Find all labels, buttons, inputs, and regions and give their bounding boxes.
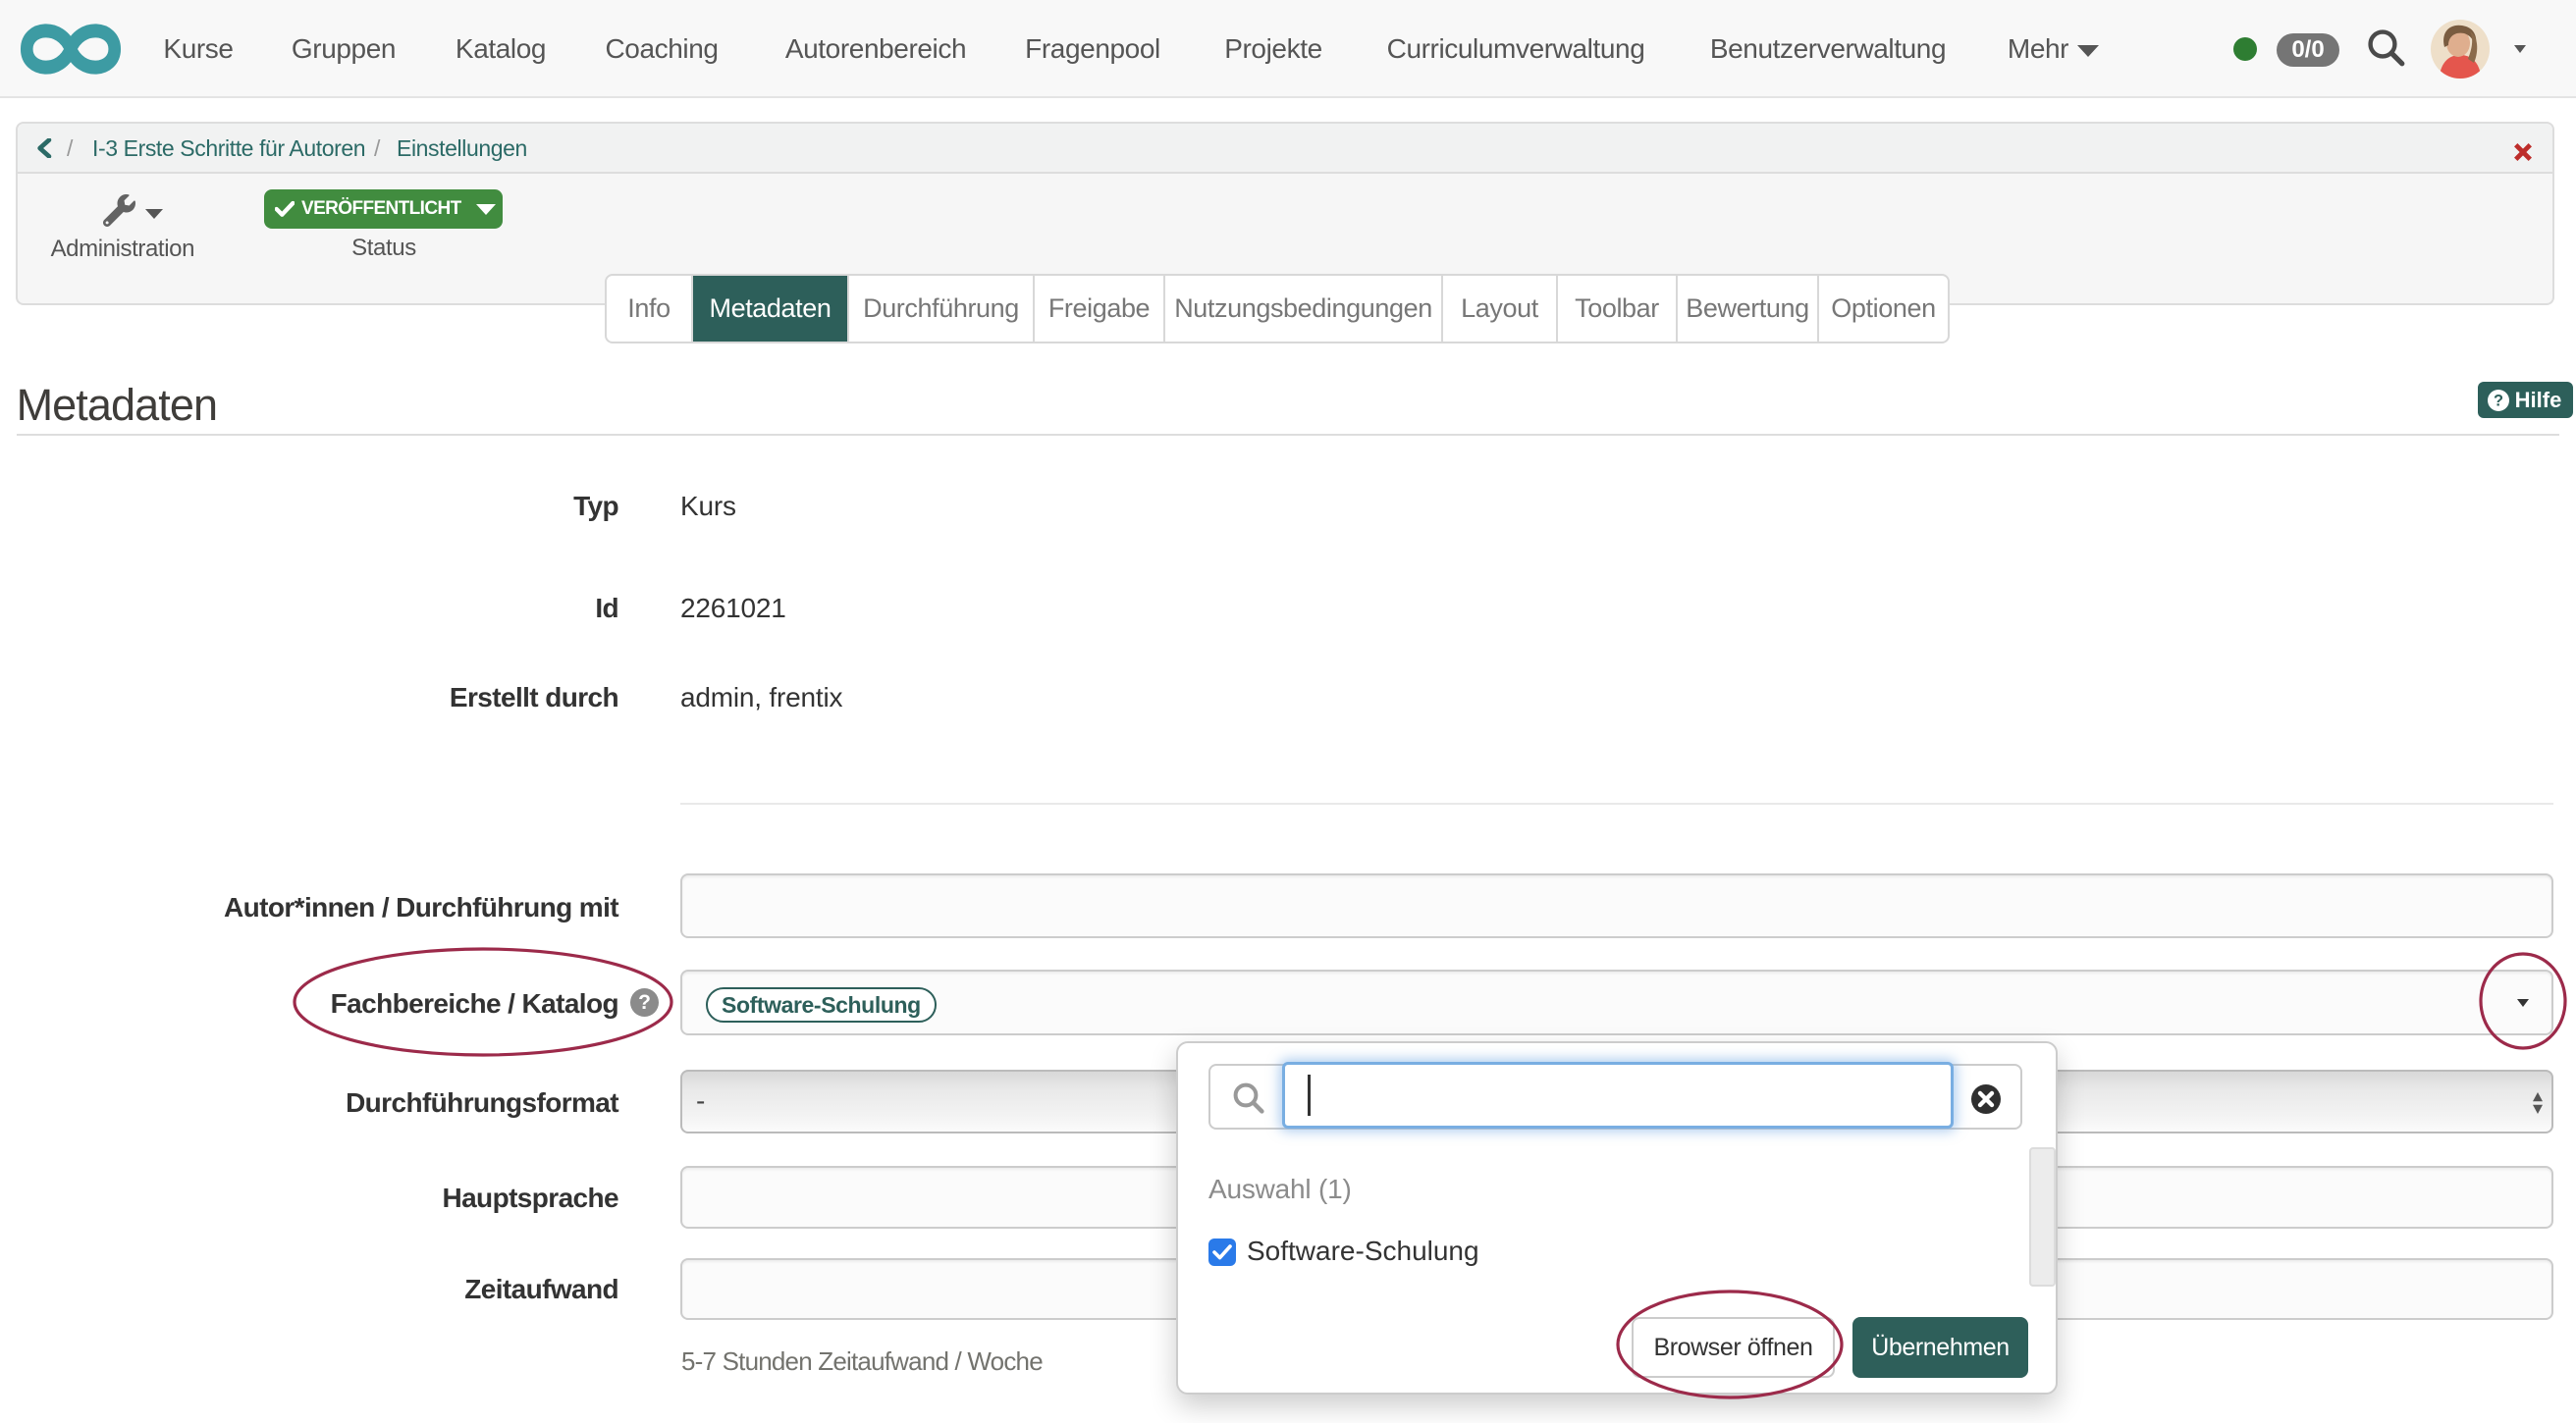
svg-text:?: ?	[2494, 392, 2503, 409]
